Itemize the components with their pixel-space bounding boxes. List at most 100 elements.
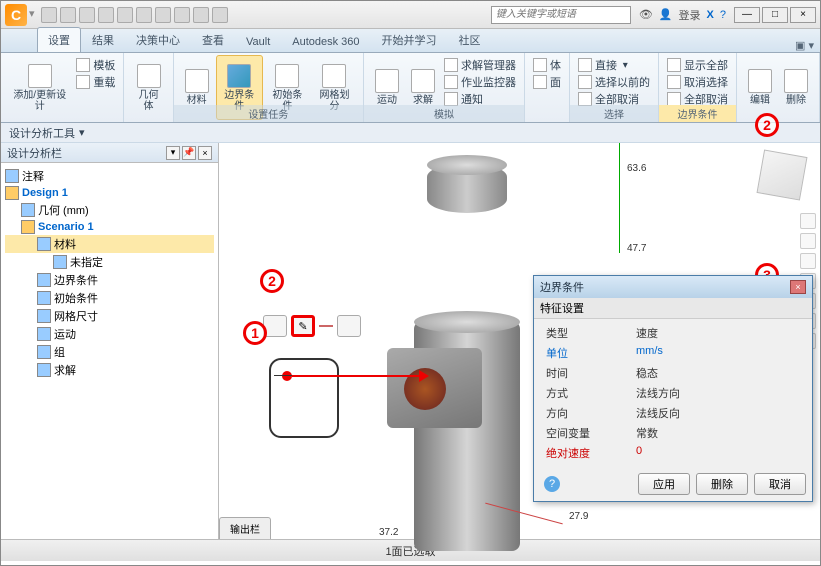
property-row[interactable]: 类型速度 (538, 323, 808, 343)
exchange-icon[interactable]: X (707, 9, 714, 21)
axis-label-2: 47.7 (627, 243, 646, 254)
deselect-icon (578, 92, 592, 106)
dialog-delete-button[interactable]: 删除 (696, 473, 748, 495)
callout-1: 1 (243, 321, 267, 345)
qat-undo-icon[interactable] (98, 7, 114, 23)
dropdown-icon[interactable]: ▾ (29, 7, 37, 23)
dialog-section-header: 特征设置 (534, 298, 812, 319)
context-btn-edit[interactable]: ✎ (291, 315, 315, 337)
property-row[interactable]: 单位mm/s (538, 343, 808, 363)
template-icon (76, 58, 90, 72)
maximize-button[interactable]: □ (762, 7, 788, 23)
qat-btn9-icon[interactable] (193, 7, 209, 23)
template-button[interactable]: 模板 (76, 57, 115, 73)
search-input[interactable] (491, 6, 631, 24)
solver-manager-button[interactable]: 求解管理器 (444, 57, 516, 73)
show-all-button[interactable]: 显示全部 (667, 57, 728, 73)
deselect-button[interactable]: 取消选择 (667, 74, 728, 90)
close-button[interactable]: × (790, 7, 816, 23)
dialog-help-icon[interactable]: ? (544, 476, 560, 492)
sidebar-pin-icon[interactable]: 📌 (182, 146, 196, 160)
model-cylinder-top[interactable] (414, 311, 520, 333)
add-update-design-button[interactable]: 添加/更新设计 (7, 55, 72, 120)
geometry-button[interactable]: 几何体 (130, 55, 166, 120)
sidebar-menu-icon[interactable]: ▾ (166, 146, 180, 160)
ribbon-collapse-icon[interactable]: ▣ ▾ (795, 39, 814, 52)
viewcube[interactable] (757, 150, 808, 201)
tree-item[interactable]: 未指定 (5, 253, 214, 271)
tab-community[interactable]: 社区 (448, 27, 492, 52)
property-row[interactable]: 绝对速度0 (538, 443, 808, 463)
body-button[interactable]: 体 (533, 57, 561, 73)
property-key: 方式 (546, 385, 636, 401)
reload-button[interactable]: 重载 (76, 74, 115, 90)
tree-item[interactable]: 注释 (5, 167, 214, 185)
minimize-button[interactable]: — (734, 7, 760, 23)
app-logo[interactable]: C (5, 4, 27, 26)
tree-item[interactable]: 组 (5, 343, 214, 361)
material-icon (185, 69, 209, 93)
tree-item-label: 求解 (54, 362, 76, 378)
nav-orbit-icon[interactable] (800, 233, 816, 249)
select-previous-button[interactable]: 选择以前的 (578, 74, 650, 90)
nav-pan-icon[interactable] (800, 253, 816, 269)
group-label-bc: 边界条件 (659, 105, 736, 122)
property-row[interactable]: 时间稳态 (538, 363, 808, 383)
tree-node-icon (37, 345, 51, 359)
qat-save-icon[interactable] (79, 7, 95, 23)
tab-view[interactable]: 查看 (191, 27, 235, 52)
edit-button[interactable]: 编辑 (743, 55, 777, 120)
property-row[interactable]: 空间变量常数 (538, 423, 808, 443)
dialog-cancel-button[interactable]: 取消 (754, 473, 806, 495)
tree-item-label: 几何 (mm) (38, 202, 89, 218)
qat-btn8-icon[interactable] (174, 7, 190, 23)
tree-node-icon (37, 291, 51, 305)
tab-setup[interactable]: 设置 (37, 27, 81, 52)
tab-results[interactable]: 结果 (81, 27, 125, 52)
face-button[interactable]: 面 (533, 74, 561, 90)
show-all-icon (667, 58, 681, 72)
prev-icon (578, 75, 592, 89)
delete-button[interactable]: 删除 (779, 55, 813, 120)
dialog-apply-button[interactable]: 应用 (638, 473, 690, 495)
tree-item[interactable]: Scenario 1 (5, 219, 214, 235)
tab-vault[interactable]: Vault (235, 31, 281, 52)
tree-item-label: 组 (54, 344, 65, 360)
sidebar-close-icon[interactable]: × (198, 146, 212, 160)
qat-btn10-icon[interactable] (212, 7, 228, 23)
tab-a360[interactable]: Autodesk 360 (281, 31, 370, 52)
binoculars-icon[interactable]: 👁 (639, 8, 653, 21)
job-monitor-button[interactable]: 作业监控器 (444, 74, 516, 90)
tree-item[interactable]: 几何 (mm) (5, 201, 214, 219)
login-link[interactable]: 登录 (679, 7, 701, 23)
cancel-all-icon (667, 92, 681, 106)
tree-item-label: 材料 (54, 236, 76, 252)
qat-btn7-icon[interactable] (155, 7, 171, 23)
nav-home-icon[interactable] (800, 213, 816, 229)
context-btn-3[interactable] (337, 315, 361, 337)
qat-redo-icon[interactable] (117, 7, 133, 23)
tree-item[interactable]: 求解 (5, 361, 214, 379)
property-value: 法线反向 (636, 405, 800, 421)
qat-btn6-icon[interactable] (136, 7, 152, 23)
tab-decision[interactable]: 决策中心 (125, 27, 191, 52)
property-row[interactable]: 方式法线方向 (538, 383, 808, 403)
tree-item[interactable]: 边界条件 (5, 271, 214, 289)
direct-select-button[interactable]: 直接 ▾ (578, 57, 650, 73)
tree-item[interactable]: Design 1 (5, 185, 214, 201)
model-cylinder-small-cap[interactable] (427, 155, 507, 175)
help-icon[interactable]: ? (720, 9, 726, 21)
tree-item[interactable]: 网格尺寸 (5, 307, 214, 325)
dialog-close-button[interactable]: × (790, 280, 806, 294)
dialog-titlebar[interactable]: 边界条件 × (534, 276, 812, 298)
tree-item[interactable]: 材料 (5, 235, 214, 253)
qat-open-icon[interactable] (60, 7, 76, 23)
user-icon[interactable]: 👤 (659, 8, 673, 21)
tree-item[interactable]: 运动 (5, 325, 214, 343)
output-panel-tab[interactable]: 输出栏 (219, 517, 271, 539)
axis-label-3: 27.9 (569, 511, 588, 522)
tab-learn[interactable]: 开始并学习 (371, 27, 448, 52)
property-row[interactable]: 方向法线反向 (538, 403, 808, 423)
qat-new-icon[interactable] (41, 7, 57, 23)
tree-item[interactable]: 初始条件 (5, 289, 214, 307)
